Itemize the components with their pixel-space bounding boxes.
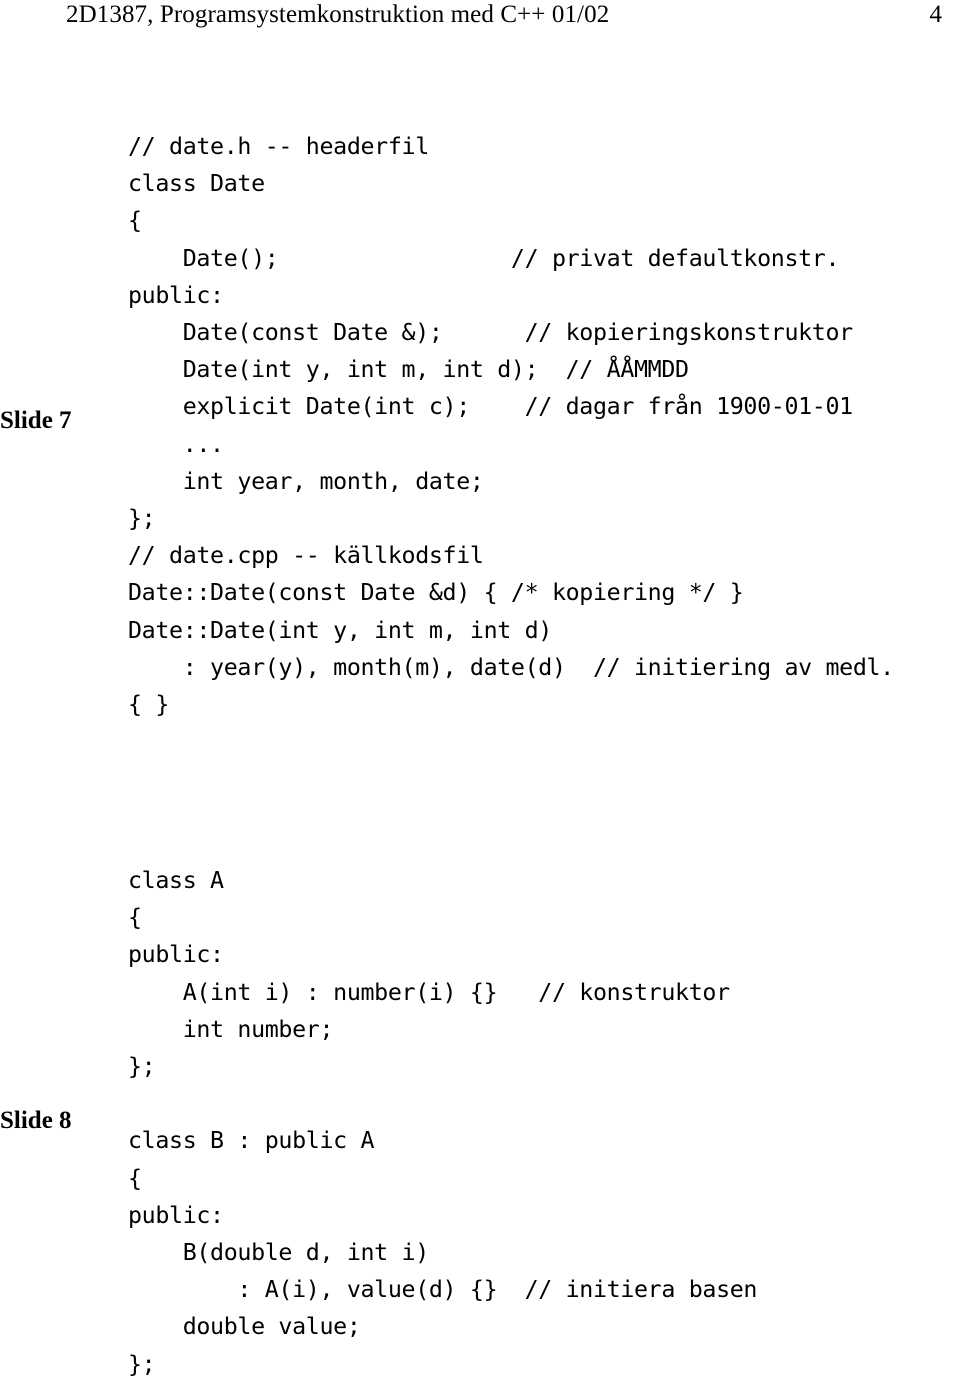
code-line: {: [128, 1160, 757, 1197]
code-line: int number;: [128, 1011, 757, 1048]
code-line: class A: [128, 862, 757, 899]
page-number: 4: [930, 0, 960, 30]
code-line: };: [128, 500, 894, 537]
code-block-date-class: // date.h -- headerfilclass Date{ Date()…: [128, 128, 894, 723]
code-line: };: [128, 1048, 757, 1085]
code-line: Date(); // privat defaultkonstr.: [128, 240, 894, 277]
code-block-inheritance-classes: class A{public: A(int i) : number(i) {} …: [128, 862, 757, 1383]
code-line: { }: [128, 686, 894, 723]
code-line: ...: [128, 426, 894, 463]
header-title: 2D1387, Programsystemkonstruktion med C+…: [0, 0, 609, 30]
code-line: // date.h -- headerfil: [128, 128, 894, 165]
slide-label-7: Slide 7: [0, 406, 72, 436]
code-line: double value;: [128, 1308, 757, 1345]
code-line: public:: [128, 1197, 757, 1234]
code-line: {: [128, 202, 894, 239]
code-line: [128, 1085, 757, 1122]
code-line: class B : public A: [128, 1122, 757, 1159]
code-line: public:: [128, 277, 894, 314]
slide-label-8: Slide 8: [0, 1106, 72, 1136]
code-line: B(double d, int i): [128, 1234, 757, 1271]
code-line: : A(i), value(d) {} // initiera basen: [128, 1271, 757, 1308]
code-line: A(int i) : number(i) {} // konstruktor: [128, 974, 757, 1011]
code-line: explicit Date(int c); // dagar från 1900…: [128, 388, 894, 425]
code-line: // date.cpp -- källkodsfil: [128, 537, 894, 574]
code-line: Date::Date(int y, int m, int d): [128, 612, 894, 649]
code-line: {: [128, 899, 757, 936]
code-line: Date::Date(const Date &d) { /* kopiering…: [128, 574, 894, 611]
code-line: : year(y), month(m), date(d) // initieri…: [128, 649, 894, 686]
code-line: int year, month, date;: [128, 463, 894, 500]
code-line: class Date: [128, 165, 894, 202]
page-header: 2D1387, Programsystemkonstruktion med C+…: [0, 0, 960, 40]
code-line: public:: [128, 936, 757, 973]
code-line: };: [128, 1346, 757, 1383]
code-line: Date(const Date &); // kopieringskonstru…: [128, 314, 894, 351]
code-line: Date(int y, int m, int d); // ÅÅMMDD: [128, 351, 894, 388]
